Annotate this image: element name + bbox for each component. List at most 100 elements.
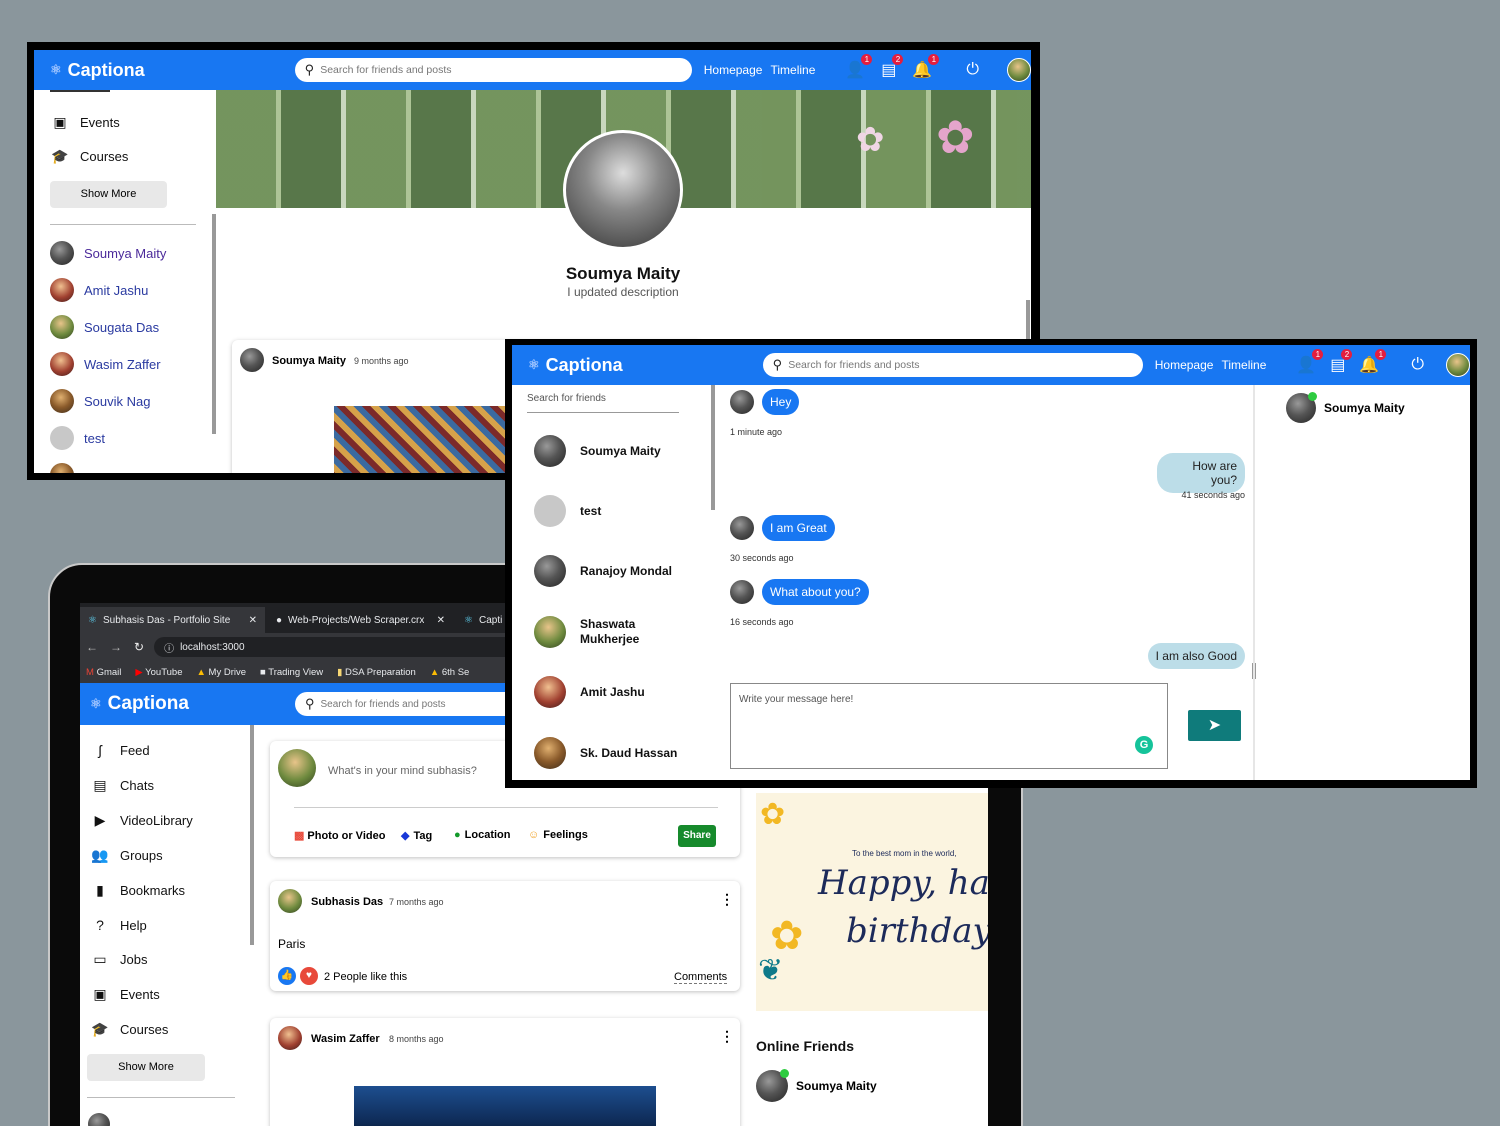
messages-icon[interactable]: ▤ 2 (1330, 349, 1353, 375)
sidebar-scrollbar[interactable] (212, 214, 216, 434)
notifications-icon[interactable]: 🔔 1 (1359, 349, 1387, 375)
nav-timeline[interactable]: Timeline (1221, 358, 1266, 372)
conversation-scrollbar[interactable] (711, 385, 715, 510)
nav-homepage[interactable]: Homepage (1155, 358, 1214, 372)
heart-icon[interactable]: ♥ (300, 967, 318, 985)
browser-tab[interactable]: ⚛ Subhasis Das - Portfolio Site ✕ (80, 607, 265, 633)
avatar[interactable] (1446, 353, 1470, 377)
power-icon[interactable]: ⏻ (966, 61, 979, 79)
info-icon: ⓘ (164, 643, 175, 655)
message-in: Hey (730, 389, 800, 415)
bookmark-6th[interactable]: ▲ 6th Se (430, 667, 470, 678)
conversation-item[interactable]: Ranajoy Mondal (534, 555, 672, 587)
logo[interactable]: ⚛ Captiona (50, 60, 145, 81)
sidebar-item-courses[interactable]: 🎓 Courses (90, 1021, 168, 1038)
notifications-icon[interactable]: 🔔 1 (912, 54, 940, 80)
share-button[interactable]: Share (678, 825, 716, 847)
share-option-feelings[interactable]: ☺ Feelings (528, 829, 588, 841)
back-icon[interactable]: ← (86, 640, 98, 654)
avatar (50, 352, 74, 376)
bookmark-gmail[interactable]: M Gmail (86, 667, 121, 678)
friend-item[interactable]: Souvik Nag (50, 389, 150, 413)
sidebar-item-events[interactable]: ▣ Events (50, 114, 119, 131)
message-time: 30 seconds ago (730, 553, 794, 563)
friend-item[interactable]: Amit Jashu (50, 278, 148, 302)
close-tab-icon[interactable]: ✕ (437, 615, 445, 626)
friend-requests-icon[interactable]: 👤 1 (1296, 349, 1324, 375)
bookmark-drive[interactable]: ▲ My Drive (197, 667, 247, 678)
cover-flower: ✿ (856, 121, 885, 159)
browser-tab[interactable]: ● Web-Projects/Web Scraper.crx at ✕ (268, 607, 453, 633)
location-icon: ● (454, 829, 461, 841)
friend-item[interactable]: Sougata Das (50, 315, 159, 339)
sidebar-item-feed[interactable]: ʃ Feed (90, 742, 149, 758)
calendar-icon: ▣ (53, 114, 67, 130)
share-option-tag[interactable]: ◆ Tag (401, 829, 432, 843)
like-icon[interactable]: 👍 (278, 967, 296, 985)
close-tab-icon[interactable]: ✕ (249, 615, 257, 626)
sidebar-item-videolibrary[interactable]: ▶ VideoLibrary (90, 812, 193, 829)
like-count: 2 People like this (324, 971, 408, 983)
logo[interactable]: ⚛ Captiona (90, 693, 189, 715)
nav-homepage[interactable]: Homepage (704, 63, 763, 77)
avatar (534, 616, 566, 648)
comments-link[interactable]: Comments (674, 971, 728, 984)
friend-requests-icon[interactable]: 👤 1 (845, 54, 873, 80)
search-input[interactable]: ⚲ Search for friends and posts (294, 58, 692, 82)
post-author[interactable]: Wasim Zaffer (311, 1033, 380, 1045)
search-input[interactable]: ⚲ Search for friends and posts (762, 353, 1143, 377)
message-bubble: How are you? (1157, 453, 1245, 493)
main-scrollbar[interactable] (1026, 300, 1030, 340)
conversation-item[interactable]: Shaswata Mukherjee (534, 616, 670, 648)
nav-timeline[interactable]: Timeline (770, 63, 815, 77)
message-input[interactable]: Write your message here! G (730, 683, 1168, 769)
show-more-button[interactable]: Show More (50, 181, 167, 208)
online-friend[interactable]: Soumya Maity (1286, 392, 1405, 423)
sidebar-item-help[interactable]: ? Help (90, 917, 147, 933)
more-vert-icon[interactable]: ⋮ (720, 1028, 734, 1045)
avatar (50, 315, 74, 339)
online-friend[interactable]: Soumya Maity (756, 1069, 877, 1102)
share-input[interactable]: What's in your mind subhasis? (328, 765, 477, 777)
friend-item[interactable]: Wasim Zaffer (50, 352, 161, 376)
show-more-button[interactable]: Show More (87, 1054, 205, 1081)
friend-item[interactable]: test (50, 426, 105, 450)
logo[interactable]: ⚛ Captiona (528, 355, 623, 376)
messages-icon[interactable]: ▤ 2 (881, 54, 904, 80)
avatar (88, 1113, 110, 1126)
sidebar: ▣ Events 🎓 Courses Show More Soumya Maity … (34, 90, 214, 473)
conversation-item[interactable]: Amit Jashu (534, 676, 645, 708)
post-author[interactable]: Soumya Maity (272, 355, 346, 367)
sidebar-item-jobs[interactable] (50, 84, 110, 92)
search-friends-input[interactable]: Search for friends (527, 393, 679, 413)
sidebar-scrollbar[interactable] (250, 725, 254, 945)
share-option-location[interactable]: ● Location (454, 829, 511, 841)
more-vert-icon[interactable]: ⋮ (720, 891, 734, 908)
grammarly-icon[interactable]: G (1135, 736, 1153, 754)
bookmark-youtube[interactable]: ▶ YouTube (135, 667, 182, 678)
send-button[interactable]: ➤ (1188, 710, 1241, 741)
sidebar-item-events[interactable]: ▣ Events (90, 986, 159, 1003)
post-author[interactable]: Subhasis Das (311, 896, 383, 908)
sidebar-item-bookmarks[interactable]: ▮ Bookmarks (90, 882, 185, 899)
sidebar-item-chats[interactable]: ▤ Chats (90, 777, 154, 794)
bookmark-dsa[interactable]: ▮ DSA Preparation (337, 667, 416, 678)
sidebar-item-jobs[interactable]: ▭ Jobs (90, 951, 147, 968)
message-out: How are you? (1157, 453, 1245, 493)
forward-icon[interactable]: → (110, 640, 122, 654)
address-bar[interactable]: ⓘ localhost:3000 (154, 637, 535, 657)
message-out: I am also Good (1145, 643, 1245, 669)
friend-item[interactable]: Soumya Maity (50, 241, 166, 265)
conversation-item[interactable]: Soumya Maity (534, 435, 661, 467)
power-icon[interactable]: ⏻ (1411, 356, 1424, 374)
profile-picture[interactable] (563, 130, 683, 250)
reload-icon[interactable]: ↻ (134, 640, 144, 654)
sidebar-item-courses[interactable]: 🎓 Courses (50, 148, 128, 165)
conversation-item[interactable]: test (534, 495, 601, 527)
groups-icon: 👥 (91, 847, 109, 863)
bookmark-tradingview[interactable]: ■ Trading View (260, 667, 323, 678)
sidebar-item-groups[interactable]: 👥 Groups (90, 847, 162, 864)
avatar[interactable] (1007, 58, 1031, 82)
conversation-item[interactable]: Sk. Daud Hassan (534, 737, 677, 769)
share-option-photo[interactable]: ▩ Photo or Video (294, 829, 385, 843)
